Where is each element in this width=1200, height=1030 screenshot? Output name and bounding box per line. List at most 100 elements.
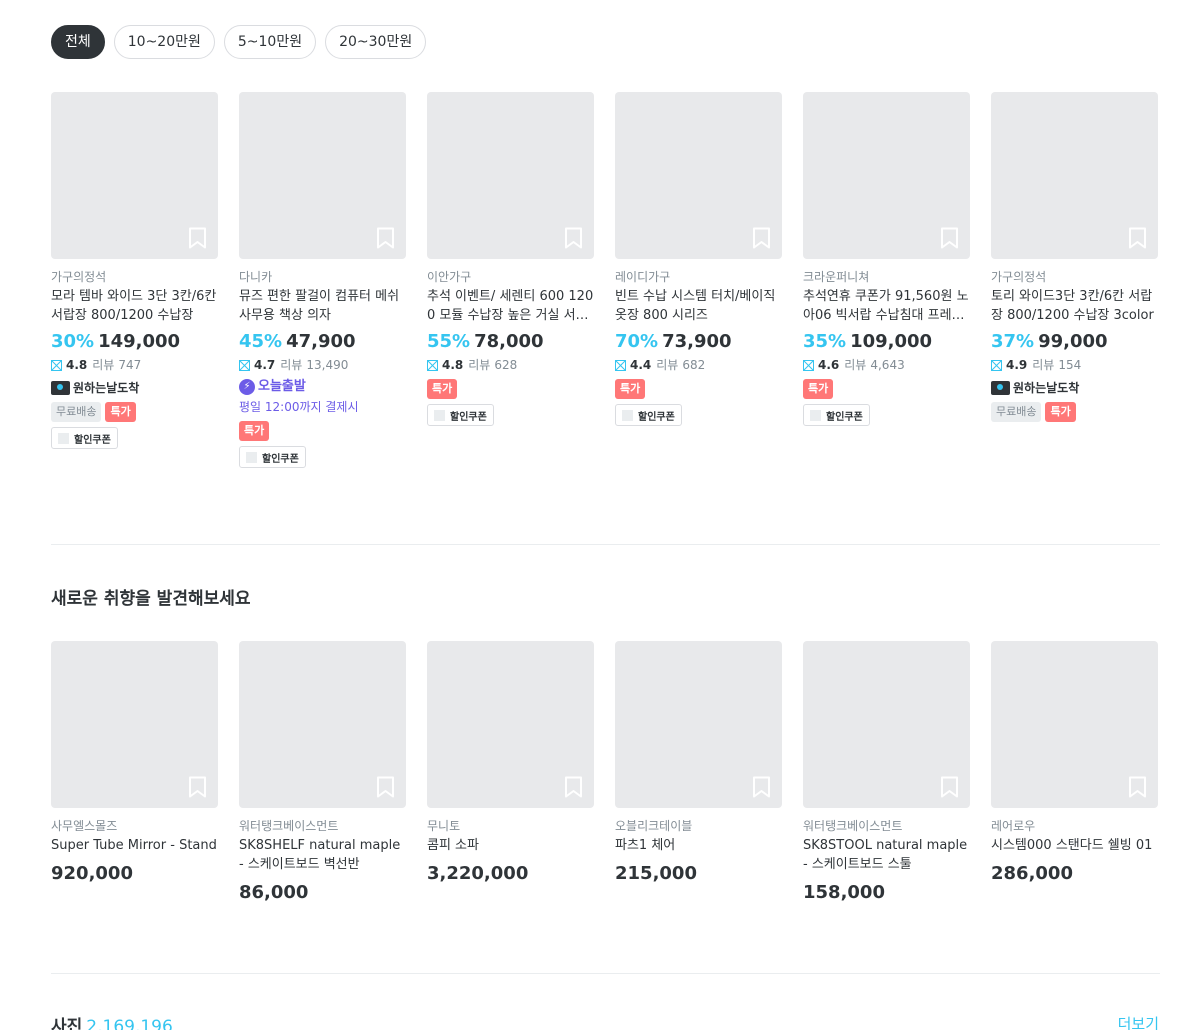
product-image[interactable]: [615, 641, 782, 808]
product-card[interactable]: 오블리크테이블파츠1 체어 215,000: [615, 641, 782, 904]
product-name[interactable]: 빈트 수납 시스템 터치/베이직 옷장 800 시리즈: [615, 287, 782, 325]
coupon-label: 할인쿠폰: [262, 453, 299, 465]
photos-title: 사진: [51, 1017, 83, 1030]
discount-rate: 35%: [803, 331, 847, 352]
product-image[interactable]: [803, 92, 970, 259]
product-price: 215,000: [615, 863, 697, 884]
product-brand: 다니카: [239, 270, 273, 284]
bookmark-icon[interactable]: [1127, 227, 1148, 249]
product-image[interactable]: [239, 92, 406, 259]
special-price-badge: 특가: [1045, 402, 1076, 422]
product-card[interactable]: 이안가구 추석 이벤트/ 세렌티 600 1200 모듈 수납장 높은 거실 서랍…: [427, 92, 594, 468]
bookmark-icon[interactable]: [563, 776, 584, 798]
section-divider: [51, 973, 1160, 974]
coupon-button[interactable]: 할인쿠폰: [239, 446, 306, 468]
delivery-label: 원하는날도착: [73, 381, 140, 395]
bookmark-icon[interactable]: [375, 776, 396, 798]
product-name[interactable]: 콤피 소파: [427, 836, 594, 855]
filter-chip[interactable]: 5~10만원: [223, 25, 317, 59]
coupon-button[interactable]: 할인쿠폰: [427, 404, 494, 426]
filter-chip[interactable]: 20~30만원: [325, 25, 427, 59]
product-image[interactable]: [991, 641, 1158, 808]
coupon-button[interactable]: 할인쿠폰: [615, 404, 682, 426]
product-brand: 가구의정석: [51, 270, 107, 284]
rating-score: 4.6: [818, 358, 840, 372]
special-price-badge: 특가: [615, 379, 646, 399]
coupon-icon: [58, 432, 69, 444]
product-name[interactable]: SK8SHELF natural maple - 스케이트보드 벽선반: [239, 836, 406, 874]
product-name[interactable]: 모라 템바 와이드 3단 3칸/6칸 서랍장 800/1200 수납장: [51, 287, 218, 325]
rating-row: 4.7 리뷰 13,490: [239, 357, 406, 373]
product-image[interactable]: [991, 92, 1158, 259]
product-name[interactable]: 파츠1 체어: [615, 836, 782, 855]
product-image[interactable]: [427, 641, 594, 808]
badge-row: 무료배송 특가: [51, 402, 218, 422]
product-image[interactable]: [615, 92, 782, 259]
bookmark-icon[interactable]: [939, 776, 960, 798]
product-brand: 사무엘스몰즈: [51, 819, 118, 833]
rating-row: 4.6 리뷰 4,643: [803, 357, 970, 373]
coupon-label: 할인쿠폰: [826, 411, 863, 423]
product-card[interactable]: 가구의정석모라 템바 와이드 3단 3칸/6칸 서랍장 800/1200 수납장…: [51, 92, 218, 468]
filter-chip[interactable]: 10~20만원: [113, 25, 215, 59]
product-card[interactable]: 크라운퍼니쳐 추석연휴 쿠폰가 91,560원 노아06 빅서랍 수납침대 프레임…: [803, 92, 970, 468]
product-brand: 오블리크테이블: [615, 819, 693, 833]
coupon-label: 할인쿠폰: [74, 434, 111, 446]
truck-icon: [991, 381, 1010, 395]
bookmark-icon[interactable]: [187, 227, 208, 249]
review-label: 리뷰: [280, 358, 303, 372]
today-shipping-note: 평일 12:00까지 결제시: [239, 400, 359, 414]
product-image[interactable]: [239, 641, 406, 808]
product-card[interactable]: 워터탱크베이스먼트 SK8STOOL natural maple - 스케이트보드…: [803, 641, 970, 904]
review-label: 리뷰: [1032, 358, 1055, 372]
product-price: 3,220,000: [427, 863, 529, 884]
special-price-badge: 특가: [427, 379, 458, 399]
product-name[interactable]: Super Tube Mirror - Stand: [51, 836, 218, 855]
coupon-button[interactable]: 할인쿠폰: [803, 404, 870, 426]
special-price-badge: 특가: [105, 402, 136, 422]
product-image[interactable]: [51, 641, 218, 808]
product-card[interactable]: 워터탱크베이스먼트 SK8SHELF natural maple - 스케이트보드…: [239, 641, 406, 904]
product-card[interactable]: 다니카 뮤즈 편한 팔걸이 컴퓨터 메쉬 사무용 책상 의자 45% 47,900 4.…: [239, 92, 406, 468]
product-card[interactable]: 사무엘스몰즈 Super Tube Mirror - Stand 920,000: [51, 641, 218, 904]
product-image[interactable]: [427, 92, 594, 259]
coupon-button[interactable]: 할인쿠폰: [51, 427, 118, 449]
product-card[interactable]: 레어로우 시스템000 스탠다드 쉘빙 01 286,000: [991, 641, 1158, 904]
product-price: 286,000: [991, 863, 1073, 884]
bookmark-icon[interactable]: [939, 227, 960, 249]
badge-row: 특가: [615, 379, 782, 399]
product-card[interactable]: 무니토 콤피 소파 3,220,000: [427, 641, 594, 904]
price-row: 30% 149,000: [51, 331, 218, 353]
product-card[interactable]: 가구의정석 토리 와이드3단 3칸/6칸 서랍장 800/1200 수납장 3co…: [991, 92, 1158, 468]
product-image[interactable]: [803, 641, 970, 808]
bookmark-icon[interactable]: [751, 776, 772, 798]
product-name[interactable]: 시스템000 스탠다드 쉘빙 01: [991, 836, 1158, 855]
photos-count: 2,169,196: [86, 1017, 173, 1030]
filter-chip[interactable]: 전체: [51, 25, 105, 59]
bookmark-icon[interactable]: [1127, 776, 1148, 798]
product-name[interactable]: SK8STOOL natural maple - 스케이트보드 스툴: [803, 836, 970, 874]
product-brand: 워터탱크베이스먼트: [239, 819, 339, 833]
product-card[interactable]: 레이디가구 빈트 수납 시스템 터치/베이직 옷장 800 시리즈 70% 73,90…: [615, 92, 782, 468]
price-row: 35% 109,000: [803, 331, 970, 353]
free-shipping-badge: 무료배송: [51, 402, 102, 422]
review-label: 리뷰: [844, 358, 867, 372]
product-name[interactable]: 토리 와이드3단 3칸/6칸 서랍장 800/1200 수납장 3color: [991, 287, 1158, 325]
product-price: 78,000: [474, 331, 544, 352]
truck-icon: [51, 381, 70, 395]
coupon-icon: [246, 451, 257, 463]
bookmark-icon[interactable]: [375, 227, 396, 249]
product-name[interactable]: 추석 이벤트/ 세렌티 600 1200 모듈 수납장 높은 거실 서랍 선반장: [427, 287, 594, 325]
coupon-label: 할인쿠폰: [450, 411, 487, 423]
price-row: 37% 99,000: [991, 331, 1158, 353]
photos-more-link[interactable]: 더보기: [1118, 1013, 1159, 1030]
product-name[interactable]: 추석연휴 쿠폰가 91,560원 노아06 빅서랍 수납침대 프레임 매트리스: [803, 287, 970, 325]
bookmark-icon[interactable]: [187, 776, 208, 798]
price-filter-chips: 전체 10~20만원 5~10만원 20~30만원: [51, 25, 427, 59]
bookmark-icon[interactable]: [751, 227, 772, 249]
product-image[interactable]: [51, 92, 218, 259]
delivery-badge: 원하는날도착: [51, 380, 218, 396]
bookmark-icon[interactable]: [563, 227, 584, 249]
product-name[interactable]: 뮤즈 편한 팔걸이 컴퓨터 메쉬 사무용 책상 의자: [239, 287, 406, 325]
rating-score: 4.8: [442, 358, 464, 372]
